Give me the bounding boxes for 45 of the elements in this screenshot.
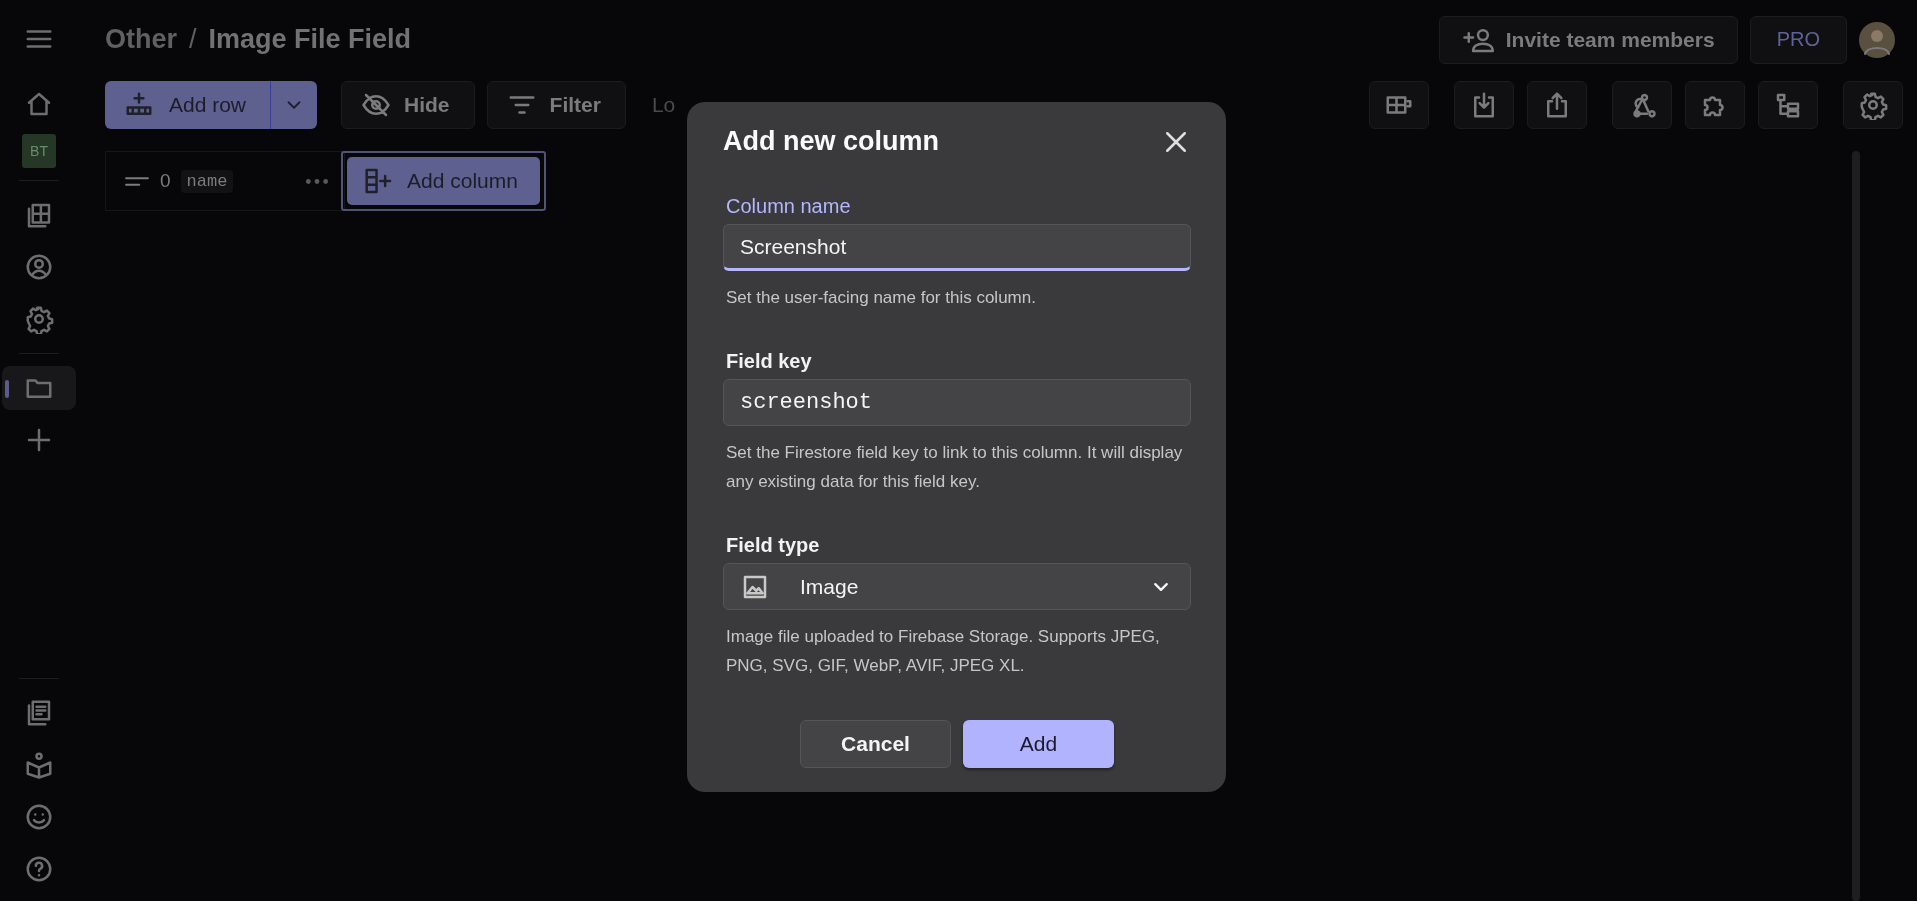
input-field[interactable]: Screenshot [723,224,1191,271]
hide-button[interactable]: Hide [341,81,475,130]
pro-button[interactable]: PRO [1749,15,1847,64]
field-type-select[interactable]: Image [723,563,1191,610]
field-label: Field key [725,350,813,373]
input-field[interactable]: screenshot [723,379,1191,426]
text-lines-icon [124,174,150,188]
toolbar-button[interactable] [1527,81,1587,130]
filter-button[interactable]: Filter [486,81,626,130]
toolbar-button[interactable] [1843,81,1903,130]
avatar[interactable] [1859,21,1895,58]
dropdown-button[interactable] [270,81,318,130]
toolbar-button[interactable] [1369,81,1429,130]
sidebar-item[interactable] [2,366,76,410]
breadcrumb-separator: / [189,24,197,56]
status-text: Lo [651,93,676,118]
cancel-button[interactable]: Cancel [800,720,951,768]
add-button[interactable]: Add [963,720,1114,768]
settings-icon [1858,90,1888,121]
column-header[interactable]: 0 name [105,151,345,211]
settings-icon[interactable] [24,304,54,334]
helper-text: Set the user-facing name for this column. [726,287,1037,309]
toolbar-button[interactable] [1758,81,1818,130]
field-label: Column name [725,195,852,218]
helper-text: Set the Firestore field key to link to this column. It will display any existing data for this field key. [726,442,1184,493]
chevron-down-icon [1154,582,1168,591]
reading-person-icon[interactable] [24,750,54,780]
dialog-title: Add new column [723,126,939,157]
add-row-button[interactable]: Add row [105,81,271,130]
more-icon[interactable] [304,177,330,185]
column-count: 0 [160,170,171,192]
user-icon[interactable] [24,252,54,282]
help-icon[interactable] [24,854,54,884]
smiley-icon[interactable] [24,802,54,832]
breadcrumb-item: Image File Field [208,24,412,56]
project-badge[interactable]: BT [22,134,56,168]
invite-button[interactable]: Invite team members [1438,15,1738,64]
toolbar-button[interactable] [1612,81,1672,130]
breadcrumb-item[interactable]: Other [105,24,177,56]
helper-text: Image file uploaded to Firebase Storage. Supports JPEG, PNG, SVG, GIF, WebP, AVIF, JPEG XL. [726,626,1161,677]
toolbar-button[interactable] [1454,81,1514,130]
field-key-tag: name [180,169,234,193]
toolbar-button[interactable] [1685,81,1745,130]
field-label: Field type [725,534,821,557]
add-column-button[interactable]: Add column [347,157,540,205]
